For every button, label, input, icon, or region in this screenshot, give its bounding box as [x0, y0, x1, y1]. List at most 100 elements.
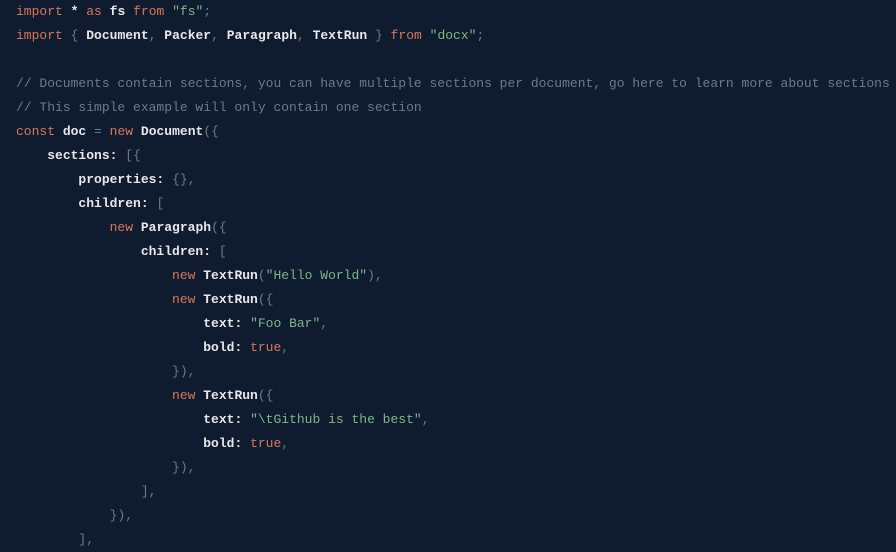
keyword-as: as	[86, 4, 102, 19]
code-line: children: [	[16, 244, 227, 259]
brace: {	[71, 28, 79, 43]
property: text:	[203, 412, 242, 427]
semicolon: ;	[203, 4, 211, 19]
keyword-const: const	[16, 124, 55, 139]
string-literal: "\tGithub is the best"	[250, 412, 422, 427]
code-line: // Documents contain sections, you can h…	[16, 76, 890, 91]
code-line: ],	[16, 484, 156, 499]
keyword-new: new	[172, 388, 195, 403]
code-line: }),	[16, 460, 195, 475]
property: children:	[78, 196, 148, 211]
keyword-import: import	[16, 28, 63, 43]
brace: }	[172, 364, 180, 379]
comment: // This simple example will only contain…	[16, 100, 422, 115]
code-line: // This simple example will only contain…	[16, 100, 422, 115]
boolean: true	[250, 340, 281, 355]
paren: )	[180, 364, 188, 379]
code-line: new Paragraph({	[16, 220, 227, 235]
string-literal: "docx"	[430, 28, 477, 43]
bracket: [	[156, 196, 164, 211]
identifier: Packer	[164, 28, 211, 43]
comma: ,	[281, 436, 289, 451]
paren: )	[367, 268, 375, 283]
identifier: Document	[86, 28, 148, 43]
keyword-new: new	[110, 220, 133, 235]
comma: ,	[125, 508, 133, 523]
bracket: [	[125, 148, 133, 163]
comment: // Documents contain sections, you can h…	[16, 76, 890, 91]
code-line: const doc = new Document({	[16, 124, 219, 139]
property: sections:	[47, 148, 117, 163]
code-editor[interactable]: import * as fs from "fs"; import { Docum…	[16, 0, 880, 552]
property: text:	[203, 316, 242, 331]
code-line: }),	[16, 364, 195, 379]
keyword-new: new	[110, 124, 133, 139]
brace: {	[266, 292, 274, 307]
property: bold:	[203, 340, 242, 355]
property: children:	[141, 244, 211, 259]
comma: ,	[422, 412, 430, 427]
star-token: *	[71, 4, 79, 19]
brace: }	[172, 460, 180, 475]
code-line: new TextRun({	[16, 388, 273, 403]
brace: }	[375, 28, 383, 43]
code-line: bold: true,	[16, 436, 289, 451]
keyword-import: import	[16, 4, 63, 19]
bracket: ]	[141, 484, 149, 499]
type-name: TextRun	[203, 388, 258, 403]
keyword-from: from	[391, 28, 422, 43]
code-line: }),	[16, 508, 133, 523]
identifier: Paragraph	[227, 28, 297, 43]
comma: ,	[211, 28, 219, 43]
comma: ,	[188, 364, 196, 379]
code-line: new TextRun({	[16, 292, 273, 307]
code-line: ],	[16, 532, 94, 547]
paren: (	[211, 220, 219, 235]
brace: }	[180, 172, 188, 187]
string-literal: "Foo Bar"	[250, 316, 320, 331]
code-line: import * as fs from "fs";	[16, 4, 211, 19]
brace: {	[266, 388, 274, 403]
code-line: import { Document, Packer, Paragraph, Te…	[16, 28, 484, 43]
identifier: TextRun	[313, 28, 368, 43]
equals: =	[94, 124, 102, 139]
code-line: new TextRun("Hello World"),	[16, 268, 383, 283]
semicolon: ;	[476, 28, 484, 43]
type-name: TextRun	[203, 268, 258, 283]
property: properties:	[78, 172, 164, 187]
type-name: Document	[141, 124, 203, 139]
code-line: properties: {},	[16, 172, 196, 187]
brace: {	[133, 148, 141, 163]
code-line: bold: true,	[16, 340, 289, 355]
brace: {	[172, 172, 180, 187]
comma: ,	[188, 460, 196, 475]
comma: ,	[86, 532, 94, 547]
brace: {	[211, 124, 219, 139]
comma: ,	[320, 316, 328, 331]
paren: )	[180, 460, 188, 475]
comma: ,	[188, 172, 196, 187]
paren: (	[258, 292, 266, 307]
bracket: [	[219, 244, 227, 259]
property: bold:	[203, 436, 242, 451]
brace: {	[219, 220, 227, 235]
paren: (	[258, 388, 266, 403]
string-literal: "fs"	[172, 4, 203, 19]
identifier: doc	[63, 124, 86, 139]
identifier: fs	[110, 4, 126, 19]
boolean: true	[250, 436, 281, 451]
keyword-new: new	[172, 292, 195, 307]
paren: (	[258, 268, 266, 283]
code-line: children: [	[16, 196, 164, 211]
code-line: text: "\tGithub is the best",	[16, 412, 430, 427]
keyword-from: from	[133, 4, 164, 19]
string-literal: "Hello World"	[266, 268, 367, 283]
type-name: Paragraph	[141, 220, 211, 235]
keyword-new: new	[172, 268, 195, 283]
code-line: sections: [{	[16, 148, 141, 163]
paren: (	[203, 124, 211, 139]
comma: ,	[149, 28, 157, 43]
comma: ,	[281, 340, 289, 355]
comma: ,	[149, 484, 157, 499]
type-name: TextRun	[203, 292, 258, 307]
